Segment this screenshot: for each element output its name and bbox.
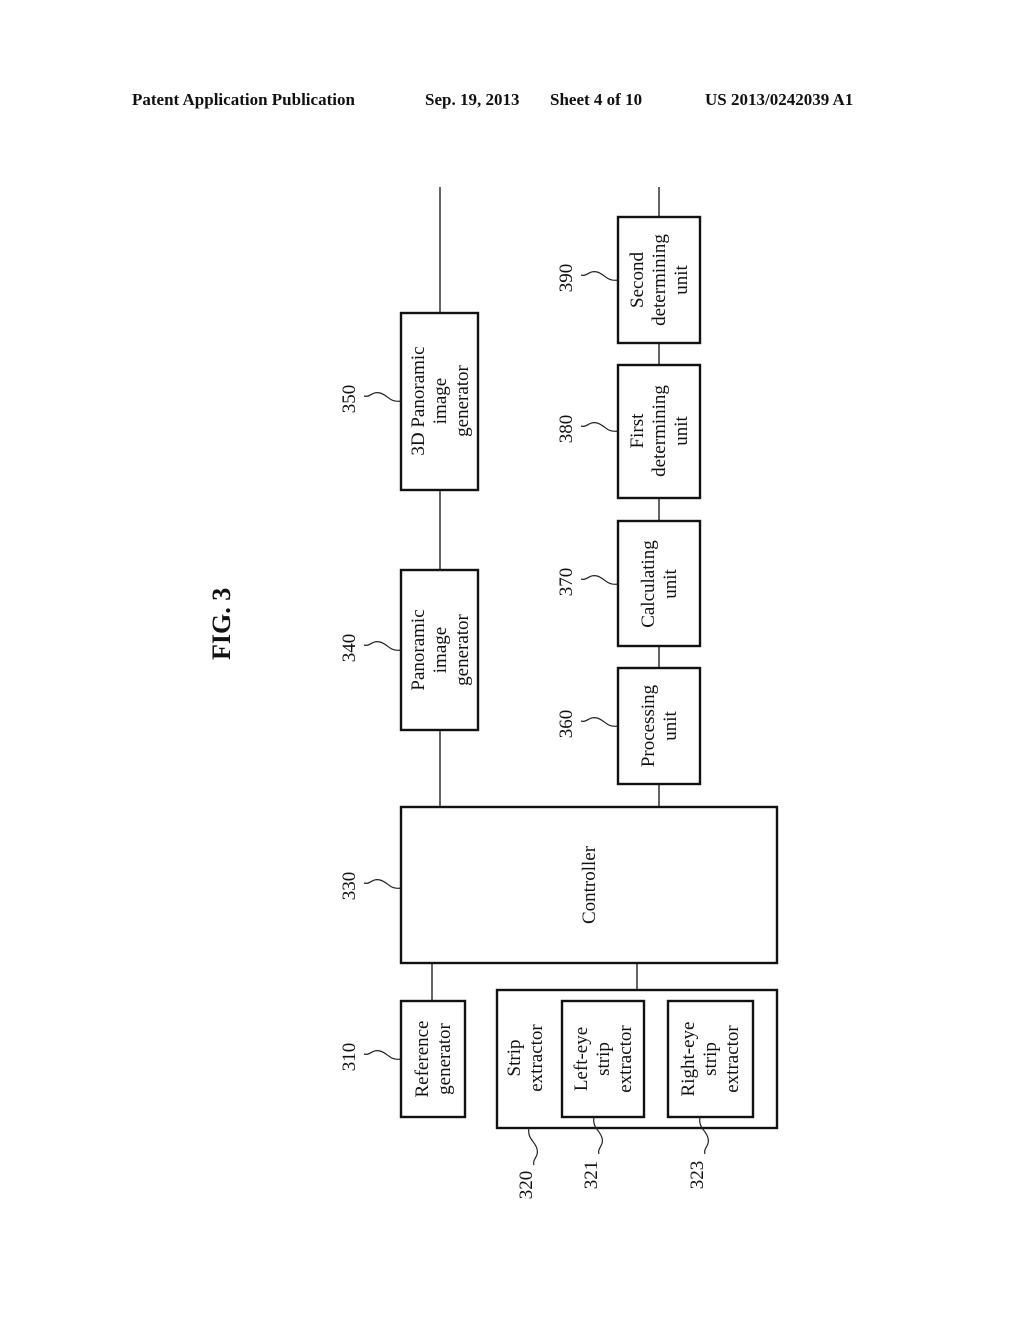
- leader-320: [528, 1127, 538, 1166]
- ref-numeral-323: 323: [687, 1161, 708, 1190]
- ref-numeral-380: 380: [556, 415, 577, 444]
- ref-numeral-370: 370: [556, 568, 577, 597]
- label-line: Strip: [504, 1040, 525, 1077]
- label-310: Referencegenerator: [412, 1021, 455, 1098]
- label-330: Controller: [579, 845, 600, 924]
- box-calculating-unit: [616, 519, 702, 648]
- leader-340: [363, 641, 402, 651]
- label-line: Reference: [412, 1021, 433, 1098]
- leader-350: [363, 392, 402, 402]
- label-line: Controller: [579, 845, 600, 924]
- block-diagram: 3D PanoramicimagegeneratorPanoramicimage…: [339, 187, 779, 1200]
- label-line: generator: [434, 1022, 455, 1094]
- leader-310: [363, 1050, 402, 1060]
- ref-numeral-310: 310: [339, 1043, 360, 1072]
- label-line: image: [430, 378, 451, 424]
- leader-370: [580, 575, 619, 585]
- label-line: generator: [452, 613, 473, 685]
- leader-380: [580, 422, 619, 432]
- label-line: 3D Panoramic: [408, 346, 429, 455]
- label-line: unit: [660, 569, 681, 599]
- label-line: strip: [700, 1042, 721, 1076]
- leader-330: [363, 879, 402, 889]
- label-line: image: [430, 627, 451, 673]
- label-line: unit: [660, 711, 681, 741]
- ref-numeral-360: 360: [556, 710, 577, 739]
- label-line: determining: [649, 234, 670, 326]
- ref-numeral-340: 340: [339, 634, 360, 663]
- leader-390: [580, 271, 619, 281]
- label-line: extractor: [722, 1025, 743, 1093]
- label-line: unit: [671, 416, 692, 446]
- label-line: Panoramic: [408, 609, 429, 690]
- label-line: Left-eye: [571, 1027, 592, 1091]
- label-line: unit: [671, 265, 692, 295]
- ref-numeral-330: 330: [339, 872, 360, 901]
- leader-360: [580, 717, 619, 727]
- label-line: Right-eye: [678, 1022, 699, 1097]
- label-line: generator: [452, 364, 473, 436]
- box-processing-unit: [616, 666, 702, 786]
- label-line: Calculating: [638, 540, 659, 628]
- ref-numeral-390: 390: [556, 264, 577, 293]
- ref-numeral-320: 320: [516, 1171, 537, 1200]
- label-line: determining: [649, 385, 670, 477]
- label-line: extractor: [615, 1025, 636, 1093]
- label-line: strip: [593, 1042, 614, 1076]
- ref-numeral-350: 350: [339, 385, 360, 414]
- label-line: Processing: [638, 684, 659, 767]
- label-line: Second: [627, 252, 648, 308]
- label-line: First: [627, 413, 648, 449]
- ref-numeral-321: 321: [581, 1161, 602, 1190]
- label-line: extractor: [526, 1024, 547, 1092]
- box-reference-generator: [399, 999, 467, 1119]
